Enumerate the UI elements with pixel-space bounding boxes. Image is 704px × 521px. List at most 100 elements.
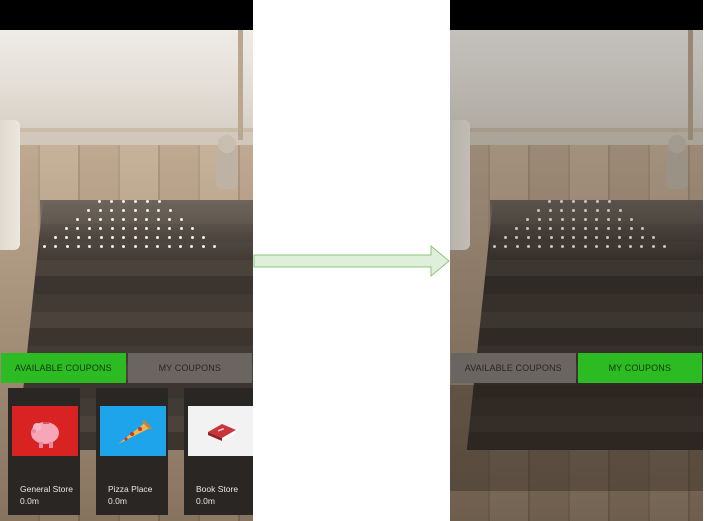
ar-plane-dot [515, 227, 518, 230]
window-frame [688, 30, 693, 140]
ar-plane-dot [538, 245, 542, 248]
ar-plane-dot [158, 200, 161, 203]
ar-plane-dot [583, 227, 587, 230]
piggy-bank-icon [31, 422, 59, 448]
ar-plane-dot [133, 245, 137, 248]
coupon-card-pizza-place[interactable]: Pizza Place 0.0m [96, 388, 168, 515]
ar-plane-dot [618, 227, 622, 230]
ar-plane-dot [76, 218, 79, 221]
ar-plane-dot [133, 209, 137, 212]
tab-my-coupons[interactable]: MY COUPONS [577, 353, 702, 383]
ar-plane-dot [98, 200, 101, 203]
tab-my-coupons[interactable]: MY COUPONS [127, 353, 252, 383]
ar-plane-dot [607, 209, 611, 212]
coupon-tabs: AVAILABLE COUPONS MY COUPONS [0, 353, 253, 385]
ar-plane-dot [537, 227, 541, 230]
ar-plane-dot [641, 227, 644, 230]
ar-plane-dot [549, 245, 553, 248]
ar-plane-dot [179, 245, 182, 248]
tab-available-coupons[interactable]: AVAILABLE COUPONS [451, 353, 576, 383]
coupon-card-book-store[interactable]: Book Store 0.0m [184, 388, 253, 515]
ar-plane-dot [663, 245, 666, 248]
ar-plane-dot [549, 227, 553, 230]
ar-plane-dot [87, 218, 91, 221]
ar-plane-dot [595, 236, 599, 239]
ar-plane-dot [618, 218, 622, 221]
ar-plane-dot [606, 236, 610, 239]
ar-plane-dot [583, 209, 587, 212]
coupon-thumbnail [12, 406, 78, 456]
ar-plane-dot [651, 245, 655, 248]
ar-plane-dot [169, 209, 172, 212]
status-bar [450, 0, 703, 30]
book-icon [208, 424, 236, 441]
ar-plane-dot [98, 209, 102, 212]
coupon-distance: 0.0m [196, 496, 215, 506]
coupon-tabs: AVAILABLE COUPONS MY COUPONS [450, 353, 703, 385]
ar-plane-dot [583, 218, 587, 221]
ar-plane-dot [549, 236, 553, 239]
ar-plane-dot [156, 227, 160, 230]
ar-plane-dot [527, 245, 530, 248]
ar-plane-dot [145, 209, 149, 212]
cat [662, 135, 692, 190]
ar-plane-dot [572, 227, 576, 230]
rug-highlight [490, 200, 703, 260]
ar-plane-dot [538, 236, 542, 239]
ar-plane-dot [201, 245, 205, 248]
couch [0, 120, 20, 250]
ar-plane-dot [608, 200, 611, 203]
ar-plane-dot [134, 200, 137, 203]
ar-plane-dot [560, 200, 563, 203]
window-frame [238, 30, 243, 140]
ar-plane-dot [640, 245, 644, 248]
background-window [450, 30, 703, 130]
ar-plane-dot [145, 245, 148, 248]
ar-plane-dot [606, 245, 610, 248]
ar-plane-dot [606, 218, 610, 221]
ar-plane-dot [629, 227, 633, 230]
ar-plane-dot [537, 218, 541, 221]
ar-plane-dot [630, 218, 633, 221]
ar-plane-dot [87, 227, 91, 230]
couch [450, 120, 470, 250]
ar-plane-dot [54, 236, 57, 239]
ar-plane-dot [110, 200, 113, 203]
coupon-list: General Store 0.0m Pizza Place 0.0m Book… [0, 388, 253, 521]
ar-plane-dot [549, 218, 553, 221]
ar-plane-dot [76, 236, 80, 239]
ar-plane-dot [596, 200, 599, 203]
ar-plane-dot [560, 227, 564, 230]
ar-plane-dot [180, 218, 183, 221]
ar-plane-dot [156, 218, 160, 221]
ar-plane-dot [617, 245, 621, 248]
ar-plane-dot [87, 209, 90, 212]
ar-plane-dot [179, 227, 183, 230]
ar-plane-dot [99, 236, 103, 239]
ar-plane-dot [548, 200, 551, 203]
ar-plane-dot [110, 236, 114, 239]
ar-plane-dot [617, 236, 621, 239]
ar-plane-dot [43, 245, 46, 248]
ar-plane-dot [133, 218, 137, 221]
ar-plane-dot [65, 245, 69, 248]
coupon-card-general-store[interactable]: General Store 0.0m [8, 388, 80, 515]
ar-plane-dot [526, 236, 530, 239]
ar-plane-dot [146, 200, 149, 203]
ar-plane-dot [65, 227, 68, 230]
coupon-name: Book Store [196, 484, 239, 494]
ar-plane-dot [572, 218, 576, 221]
right-phone-screen: AVAILABLE COUPONS MY COUPONS [450, 0, 703, 521]
ar-plane-dot [595, 227, 599, 230]
ar-plane-dot [111, 245, 114, 248]
ar-plane-dot [583, 236, 587, 239]
ar-plane-dot [167, 236, 171, 239]
ar-plane-dot [584, 200, 587, 203]
ar-plane-dot [526, 218, 529, 221]
ar-plane-dot [504, 245, 508, 248]
ar-plane-dot [493, 245, 496, 248]
tab-available-coupons[interactable]: AVAILABLE COUPONS [1, 353, 126, 383]
ar-plane-dot [560, 218, 564, 221]
ar-plane-dot [583, 245, 587, 248]
pizza-slice-icon [118, 420, 152, 444]
